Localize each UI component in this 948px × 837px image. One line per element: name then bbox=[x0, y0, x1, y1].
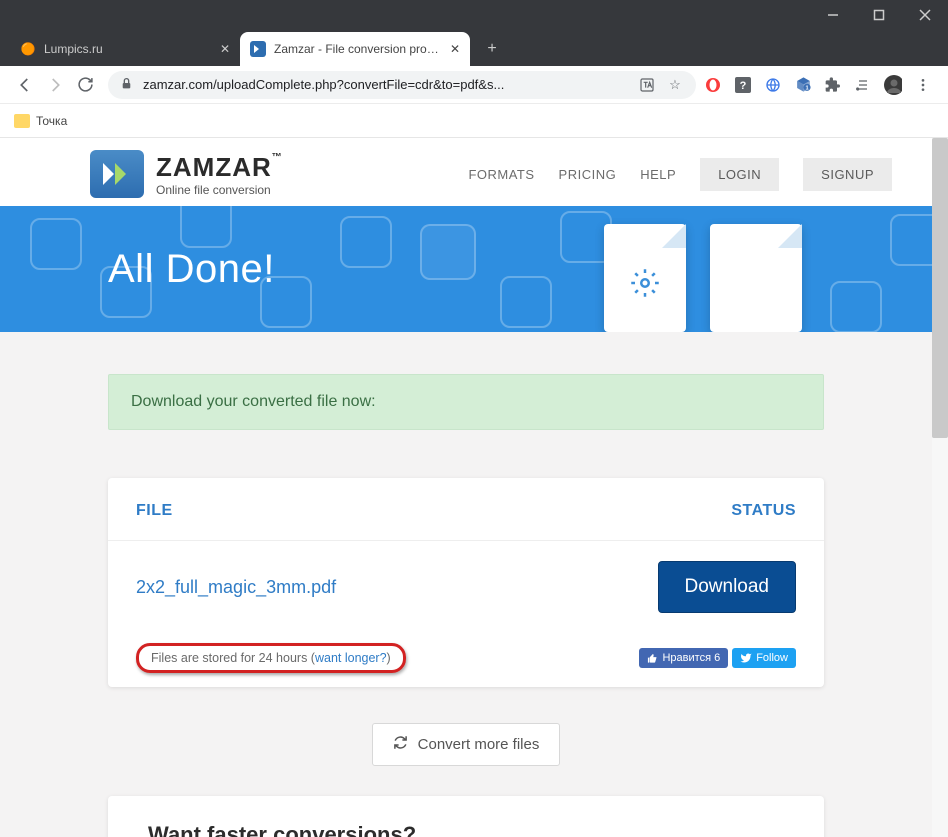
nav-formats[interactable]: FORMATS bbox=[468, 167, 534, 182]
url-input[interactable]: zamzar.com/uploadComplete.php?convertFil… bbox=[108, 71, 696, 99]
col-header-file: FILE bbox=[136, 502, 173, 520]
file-card: FILE STATUS 2x2_full_magic_3mm.pdf Downl… bbox=[108, 478, 824, 687]
convert-more-label: Convert more files bbox=[418, 736, 540, 753]
scrollbar-thumb[interactable] bbox=[932, 138, 948, 438]
favicon-zamzar-icon bbox=[250, 41, 266, 57]
help-icon[interactable]: ? bbox=[734, 76, 752, 94]
lock-icon bbox=[120, 77, 133, 93]
twitter-follow-button[interactable]: Follow bbox=[732, 648, 796, 668]
login-button[interactable]: LOGIN bbox=[700, 158, 779, 191]
translate-icon[interactable] bbox=[638, 76, 656, 94]
success-alert: Download your converted file now: bbox=[108, 374, 824, 430]
svg-text:?: ? bbox=[740, 80, 747, 92]
file-link[interactable]: 2x2_full_magic_3mm.pdf bbox=[136, 577, 336, 598]
nav-reload-button[interactable] bbox=[70, 70, 100, 100]
avatar-icon[interactable] bbox=[884, 76, 902, 94]
window-minimize-button[interactable] bbox=[810, 0, 856, 30]
logo[interactable]: ZAMZAR™ Online file conversion bbox=[90, 150, 283, 198]
gear-icon bbox=[630, 268, 660, 303]
download-button[interactable]: Download bbox=[658, 561, 797, 613]
menu-icon[interactable] bbox=[914, 76, 932, 94]
nav-help[interactable]: HELP bbox=[640, 167, 676, 182]
star-icon[interactable]: ☆ bbox=[666, 76, 684, 94]
window-close-button[interactable] bbox=[902, 0, 948, 30]
tab-close-icon[interactable]: ✕ bbox=[450, 42, 460, 56]
col-header-status: STATUS bbox=[731, 502, 796, 520]
music-icon[interactable] bbox=[854, 76, 872, 94]
browser-tab-zamzar[interactable]: Zamzar - File conversion progress ✕ bbox=[240, 32, 470, 66]
cube-icon[interactable]: 1 bbox=[794, 76, 812, 94]
facebook-like-button[interactable]: Нравится 6 bbox=[639, 648, 728, 668]
site-header: ZAMZAR™ Online file conversion FORMATS P… bbox=[0, 138, 932, 206]
bookmarks-bar: Точка bbox=[0, 104, 948, 138]
faster-card: Want faster conversions? bbox=[108, 796, 824, 837]
svg-text:1: 1 bbox=[805, 85, 808, 91]
nav-back-button[interactable] bbox=[10, 70, 40, 100]
tab-close-icon[interactable]: ✕ bbox=[220, 42, 230, 56]
folder-icon bbox=[14, 114, 30, 128]
tab-title: Lumpics.ru bbox=[44, 42, 214, 56]
hero-banner: All Done! bbox=[0, 206, 932, 332]
opera-icon[interactable] bbox=[704, 76, 722, 94]
brand-tagline: Online file conversion bbox=[156, 183, 283, 197]
address-bar: zamzar.com/uploadComplete.php?convertFil… bbox=[0, 66, 948, 104]
faster-title: Want faster conversions? bbox=[148, 822, 784, 837]
bookmark-tochka[interactable]: Точка bbox=[14, 114, 67, 128]
nav-pricing[interactable]: PRICING bbox=[559, 167, 617, 182]
favicon-orange-icon: 🟠 bbox=[20, 41, 36, 57]
browser-tab-lumpics[interactable]: 🟠 Lumpics.ru ✕ bbox=[10, 32, 240, 66]
browser-titlebar: 🟠 Lumpics.ru ✕ Zamzar - File conversion … bbox=[0, 0, 948, 66]
hero-title: All Done! bbox=[108, 247, 275, 292]
storage-note: Files are stored for 24 hours (want long… bbox=[136, 643, 406, 673]
window-maximize-button[interactable] bbox=[856, 0, 902, 30]
refresh-icon bbox=[393, 735, 408, 754]
url-text: zamzar.com/uploadComplete.php?convertFil… bbox=[143, 77, 638, 92]
signup-button[interactable]: SIGNUP bbox=[803, 158, 892, 191]
bookmark-label: Точка bbox=[36, 114, 67, 128]
want-longer-link[interactable]: want longer? bbox=[315, 651, 387, 665]
convert-more-button[interactable]: Convert more files bbox=[372, 723, 561, 766]
new-tab-button[interactable]: + bbox=[478, 35, 506, 63]
hero-doc-icons bbox=[604, 224, 802, 332]
nav-forward-button[interactable] bbox=[40, 70, 70, 100]
logo-mark-icon bbox=[90, 150, 144, 198]
extensions-icon[interactable] bbox=[824, 76, 842, 94]
brand-name: ZAMZAR™ bbox=[156, 152, 283, 183]
scrollbar[interactable] bbox=[932, 138, 948, 837]
globe-icon[interactable] bbox=[764, 76, 782, 94]
tab-title: Zamzar - File conversion progress bbox=[274, 42, 444, 56]
